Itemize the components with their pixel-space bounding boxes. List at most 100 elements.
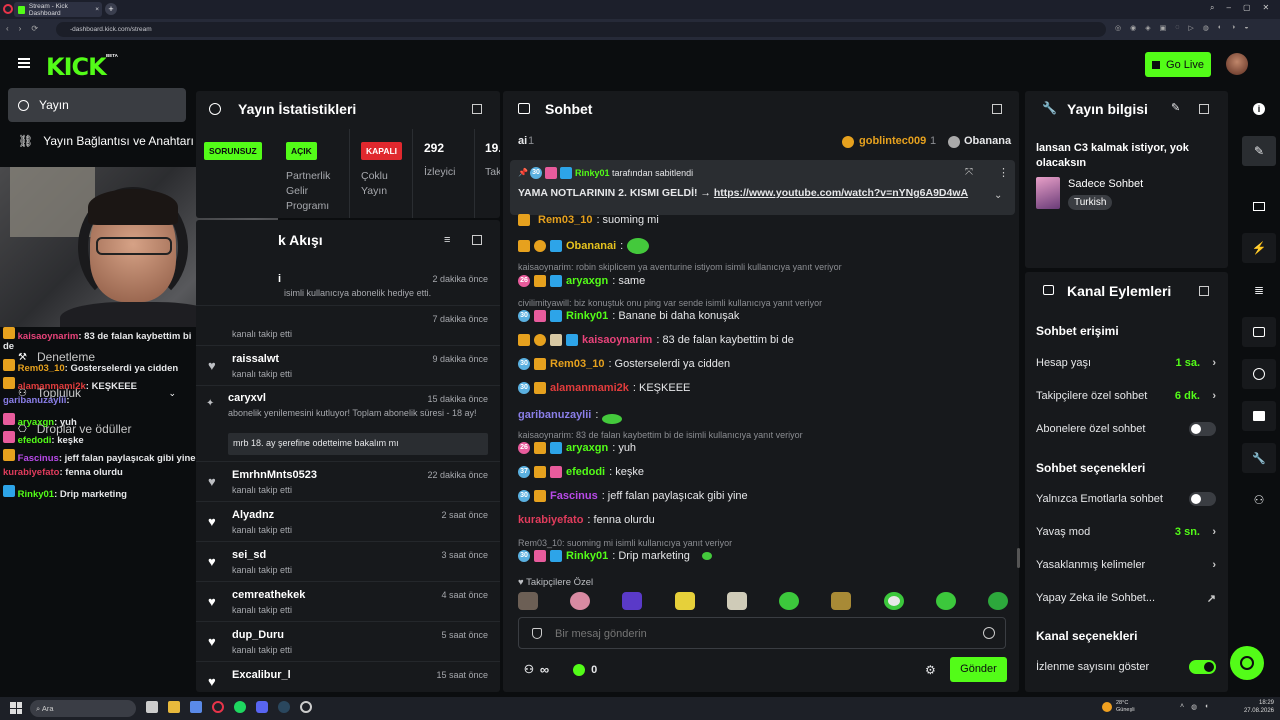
search-icon[interactable]: ⌕	[1210, 3, 1214, 13]
support-icon[interactable]	[1230, 646, 1264, 680]
activity-username[interactable]: cemreathekek	[232, 589, 305, 601]
shield-icon[interactable]	[532, 628, 542, 639]
filter-icon[interactable]: ≡	[444, 234, 450, 246]
chat-username[interactable]: aryaxgn	[566, 275, 608, 287]
go-live-button[interactable]: Go Live	[1145, 52, 1211, 77]
extension-icon[interactable]: ◌	[1175, 24, 1179, 32]
emote-icon[interactable]	[622, 592, 643, 610]
extension-icon[interactable]: ◐	[1218, 24, 1222, 32]
emote-icon[interactable]	[726, 592, 747, 610]
user-avatar[interactable]	[1226, 53, 1248, 75]
windows-start-icon[interactable]	[10, 702, 22, 714]
opera-icon[interactable]	[3, 4, 13, 14]
new-tab-icon[interactable]: +	[105, 3, 117, 15]
emote-icon[interactable]	[883, 592, 904, 610]
back-icon[interactable]: ‹	[6, 24, 9, 33]
chat-username[interactable]: kurabiyefato	[518, 514, 583, 526]
extension-icon[interactable]: ◎	[1115, 24, 1121, 32]
video-icon[interactable]	[1242, 191, 1276, 221]
activity-username[interactable]: caryxvl	[228, 392, 266, 404]
weather-widget[interactable]: 28°C Güneşli	[1102, 700, 1135, 714]
send-button[interactable]: Gönder	[950, 657, 1007, 682]
network-icon[interactable]: ◍	[1191, 703, 1197, 711]
steam-icon[interactable]	[278, 701, 290, 713]
infinity-icon[interactable]: ∞	[540, 662, 549, 677]
spotify-icon[interactable]	[234, 701, 246, 713]
chat-message-input[interactable]	[555, 624, 965, 644]
expand-icon[interactable]	[1199, 286, 1209, 296]
extension-icon[interactable]: ◈	[1145, 24, 1150, 32]
people-icon[interactable]: ⚇	[1242, 485, 1276, 515]
emote-only-toggle[interactable]	[1189, 492, 1216, 506]
app-icon[interactable]	[190, 701, 202, 713]
emote-icon[interactable]	[674, 592, 695, 610]
chat-username[interactable]: Obananai	[566, 240, 616, 252]
obs-icon[interactable]	[300, 701, 312, 713]
chat-username[interactable]: garibanuzaylii	[518, 409, 591, 421]
expand-icon[interactable]	[1199, 104, 1209, 114]
clock[interactable]: 18:29 27.08.2026	[1238, 699, 1274, 715]
account-age-row[interactable]: Hesap yaşı 1 sa. ›	[1036, 357, 1216, 369]
reload-icon[interactable]: ⟳	[31, 24, 38, 33]
chat-icon[interactable]	[1242, 317, 1276, 347]
chat-settings-icon[interactable]: ⚙	[925, 663, 936, 677]
forward-icon[interactable]: ›	[19, 24, 22, 33]
banned-words-row[interactable]: Yasaklanmış kelimeler ›	[1036, 559, 1216, 571]
followers-only-row[interactable]: Takipçilere özel sohbet 6 dk. ›	[1036, 390, 1216, 402]
info-icon[interactable]: i	[1242, 94, 1276, 124]
more-options-icon[interactable]: ⋮	[998, 166, 1009, 179]
activity-username[interactable]: sei_sd	[232, 549, 266, 561]
sidebar-item-stream[interactable]: Yayın	[8, 88, 186, 122]
opera-icon[interactable]	[212, 701, 224, 713]
extension-icon[interactable]: ▷	[1188, 24, 1193, 32]
volume-icon[interactable]: ◖	[1204, 703, 1208, 711]
extension-icon[interactable]: ◍	[1203, 24, 1209, 32]
emote-icon[interactable]	[570, 592, 591, 610]
show-viewers-toggle[interactable]	[1189, 660, 1216, 674]
chat-username[interactable]: Rinky01	[566, 310, 608, 322]
extension-icon[interactable]: ◉	[1130, 24, 1136, 32]
url-field[interactable]: -dashboard.kick.com/stream	[56, 22, 1106, 37]
sidebar-item-stream-key[interactable]: ⛓ Yayın Bağlantısı ve Anahtarı	[8, 124, 194, 158]
chevron-up-icon[interactable]: ˄	[1180, 703, 1184, 711]
chat-username[interactable]: Rem03_10	[538, 214, 592, 226]
discord-icon[interactable]	[256, 701, 268, 713]
close-window-icon[interactable]: ✕	[1263, 3, 1270, 13]
people-icon[interactable]: ⚇	[524, 663, 534, 676]
folder-icon[interactable]	[168, 701, 180, 713]
emote-icon[interactable]	[518, 592, 538, 610]
pinned-link[interactable]: https://www.youtube.com/watch?v=nYNg6A9D…	[714, 187, 968, 199]
chat-username[interactable]: Rinky01	[566, 550, 608, 562]
kick-logo[interactable]: KICK	[46, 53, 107, 81]
subscribers-only-toggle[interactable]	[1189, 422, 1216, 436]
category-name[interactable]: Sadece Sohbet	[1068, 178, 1143, 190]
task-view-icon[interactable]	[146, 701, 158, 713]
lightning-icon[interactable]: ⚡	[1242, 233, 1276, 263]
expand-icon[interactable]	[992, 104, 1002, 114]
edit-icon[interactable]: ✎	[1242, 136, 1276, 166]
chat-username[interactable]: alamanmami2k	[550, 382, 629, 394]
emote-icon[interactable]	[779, 592, 800, 610]
expand-icon[interactable]	[472, 104, 482, 114]
emote-icon[interactable]	[935, 592, 956, 610]
menu-icon[interactable]	[18, 58, 30, 68]
chat-username[interactable]: Fascinus	[550, 490, 598, 502]
chat-username[interactable]: kaisaoynarim	[582, 334, 652, 346]
minimize-icon[interactable]: –	[1226, 3, 1230, 13]
extension-icon[interactable]: ◒	[1244, 24, 1248, 32]
activity-username[interactable]: dup_Duru	[232, 629, 284, 641]
emote-icon[interactable]	[987, 592, 1008, 610]
unpin-icon[interactable]: ⤧	[965, 167, 973, 178]
chat-scrollbar[interactable]	[1017, 548, 1020, 568]
extension-icon[interactable]: ▣	[1160, 24, 1167, 32]
browser-tab[interactable]: Stream - Kick Dashboard ×	[14, 2, 102, 17]
chat-username[interactable]: efedodi	[566, 466, 605, 478]
slow-mode-row[interactable]: Yavaş mod 3 sn. ›	[1036, 526, 1216, 538]
chevron-down-icon[interactable]: ⌄	[994, 190, 1002, 201]
pinned-by-user[interactable]: Rinky01	[575, 168, 610, 178]
chat-username[interactable]: aryaxgn	[566, 442, 608, 454]
maximize-icon[interactable]: ▢	[1243, 3, 1251, 13]
play-circle-icon[interactable]	[1242, 359, 1276, 389]
close-tab-icon[interactable]: ×	[95, 6, 99, 13]
taskbar-search[interactable]: ⌕ Ara	[30, 700, 136, 717]
